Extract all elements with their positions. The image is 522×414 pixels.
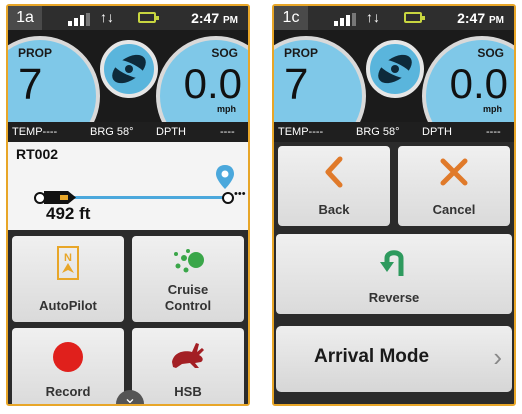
temp-readout: TEMP----	[12, 126, 58, 138]
depth-value: ----	[220, 126, 235, 138]
propeller-icon	[111, 54, 147, 84]
chevron-right-icon: ›	[493, 342, 502, 372]
screen-id: 1a	[8, 6, 42, 30]
cancel-x-icon	[440, 158, 468, 186]
gauge-area: PROP 7 SOG 0.0 mph	[274, 30, 514, 156]
route-pin-icon	[216, 165, 234, 189]
route-distance: 492 ft	[46, 204, 91, 223]
back-chevron-icon	[325, 156, 343, 188]
boat-icon	[44, 191, 76, 204]
cruise-control-button[interactable]: Cruise Control	[132, 236, 244, 322]
prop-value: 7	[284, 60, 309, 109]
sog-label: SOG	[211, 46, 238, 60]
sog-value: 0.0	[183, 60, 242, 107]
autopilot-label: AutoPilot	[39, 298, 97, 313]
route-end-point	[222, 192, 234, 204]
gauge-area: PROP 7 SOG 0.0 mph	[8, 30, 248, 156]
bearing-readout: BRG 58°	[90, 126, 134, 138]
screen-1c: 1c ↑↓ 2:47 PM PROP 7 SOG 0.0 mph TEMP---…	[272, 4, 516, 406]
autopilot-button[interactable]: N AutoPilot	[12, 236, 124, 322]
record-label: Record	[45, 384, 91, 399]
arrival-mode-label: Arrival Mode	[314, 346, 430, 367]
propeller-button[interactable]	[366, 40, 424, 98]
cruise-label-line1: Cruise	[167, 282, 209, 297]
status-bar: 1c ↑↓ 2:47 PM	[274, 6, 514, 30]
battery-icon	[404, 12, 425, 23]
bearing-readout: BRG 58°	[356, 126, 400, 138]
clock-time: 2:47	[191, 10, 220, 26]
prop-label: PROP	[284, 46, 319, 60]
status-bar: 1a ↑↓ 2:47 PM	[8, 6, 248, 30]
autopilot-icon: N	[57, 246, 79, 280]
cruise-control-label: Cruise Control	[132, 282, 244, 314]
clock-ampm: PM	[489, 15, 504, 26]
sog-unit: mph	[217, 104, 236, 114]
route-more-icon: •••	[234, 188, 246, 200]
temp-readout: TEMP----	[278, 126, 324, 138]
signal-bars-icon	[68, 13, 92, 26]
hsb-rabbit-icon	[172, 343, 204, 368]
action-grid: N AutoPilot Cruise Control Record HSB	[8, 230, 248, 404]
propeller-button[interactable]	[100, 40, 158, 98]
svg-text:N: N	[64, 252, 72, 264]
info-bar: TEMP---- BRG 58° DPTH ----	[8, 122, 248, 142]
cruise-control-icon	[174, 249, 204, 273]
reverse-button[interactable]: Reverse	[276, 234, 512, 314]
route-name: RT002	[16, 146, 59, 162]
sog-label: SOG	[477, 46, 504, 60]
arrival-mode-button[interactable]: Arrival Mode ›	[276, 326, 512, 392]
reverse-u-turn-icon	[380, 250, 404, 276]
route-panel[interactable]: RT002 ••• 492 ft	[8, 142, 248, 230]
cruise-label-line2: Control	[164, 298, 212, 313]
depth-value: ----	[486, 126, 501, 138]
signal-bars-icon	[334, 13, 358, 26]
cancel-button[interactable]: Cancel	[398, 146, 510, 226]
clock-ampm: PM	[223, 15, 238, 26]
clock: 2:47 PM	[191, 10, 238, 26]
data-arrows-icon: ↑↓	[366, 9, 380, 25]
back-button[interactable]: Back	[278, 146, 390, 226]
record-icon	[53, 342, 83, 372]
data-arrows-icon: ↑↓	[100, 9, 114, 25]
back-label: Back	[318, 202, 350, 217]
hsb-button[interactable]: HSB	[132, 328, 244, 404]
sog-unit: mph	[483, 104, 502, 114]
battery-icon	[138, 12, 159, 23]
depth-label: DPTH	[156, 126, 186, 138]
reverse-label: Reverse	[368, 290, 420, 305]
depth-label: DPTH	[422, 126, 452, 138]
prop-value: 7	[18, 60, 43, 109]
hsb-label: HSB	[174, 384, 202, 399]
sog-value: 0.0	[449, 60, 508, 107]
record-button[interactable]: Record	[12, 328, 124, 404]
clock: 2:47 PM	[457, 10, 504, 26]
propeller-icon	[377, 54, 413, 84]
screen-1a: 1a ↑↓ 2:47 PM PROP 7 SOG 0.0 mph TEMP---…	[6, 4, 250, 406]
cancel-label: Cancel	[432, 202, 476, 217]
clock-time: 2:47	[457, 10, 486, 26]
info-bar: TEMP---- BRG 58° DPTH ----	[274, 122, 514, 142]
screen-id: 1c	[274, 6, 308, 30]
prop-label: PROP	[18, 46, 53, 60]
